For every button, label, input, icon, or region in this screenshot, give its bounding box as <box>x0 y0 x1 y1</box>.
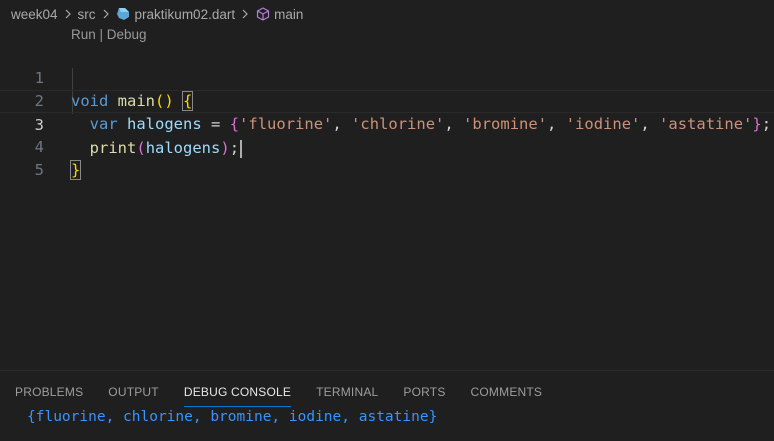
panel-tabs: PROBLEMS OUTPUT DEBUG CONSOLE TERMINAL P… <box>0 371 567 407</box>
chevron-right-icon <box>98 6 114 22</box>
tab-terminal[interactable]: TERMINAL <box>316 371 378 407</box>
code-line-2[interactable]: 2 var halogens = {'fluorine', 'chlorine'… <box>0 67 774 133</box>
code-editor[interactable]: Run | Debug 1 void main() { 2 var haloge… <box>0 28 774 370</box>
chevron-right-icon <box>60 6 76 22</box>
codelens-run-debug[interactable]: Run | Debug <box>71 28 147 42</box>
tab-comments[interactable]: COMMENTS <box>471 371 543 407</box>
debug-console-output: {fluorine, chlorine, bromine, iodine, as… <box>27 409 438 425</box>
line-content: } <box>69 159 82 182</box>
tab-ports[interactable]: PORTS <box>403 371 445 407</box>
tab-problems[interactable]: PROBLEMS <box>15 371 83 407</box>
dart-file-icon <box>116 7 130 21</box>
tab-output[interactable]: OUTPUT <box>108 371 159 407</box>
tab-debug-console[interactable]: DEBUG CONSOLE <box>183 371 292 407</box>
code-line-5[interactable]: 5 <box>0 136 774 179</box>
code-line-3[interactable]: 3 print(halogens); <box>0 90 774 158</box>
breadcrumb-item-src[interactable]: src <box>78 7 96 22</box>
line-number: 5 <box>34 161 44 179</box>
breadcrumb-item-main[interactable]: main <box>274 7 303 22</box>
method-cube-icon <box>255 6 271 22</box>
breadcrumb-item-file[interactable]: praktikum02.dart <box>135 7 236 22</box>
code-line-1[interactable]: 1 void main() { <box>0 44 774 111</box>
chevron-right-icon <box>237 6 253 22</box>
breadcrumb-item-week04[interactable]: week04 <box>11 7 58 22</box>
code-line-4[interactable]: 4 } <box>0 113 774 180</box>
bottom-panel: PROBLEMS OUTPUT DEBUG CONSOLE TERMINAL P… <box>0 370 774 441</box>
matched-bracket: } <box>69 160 82 180</box>
breadcrumb: week04 src praktikum02.dart main <box>0 0 774 28</box>
